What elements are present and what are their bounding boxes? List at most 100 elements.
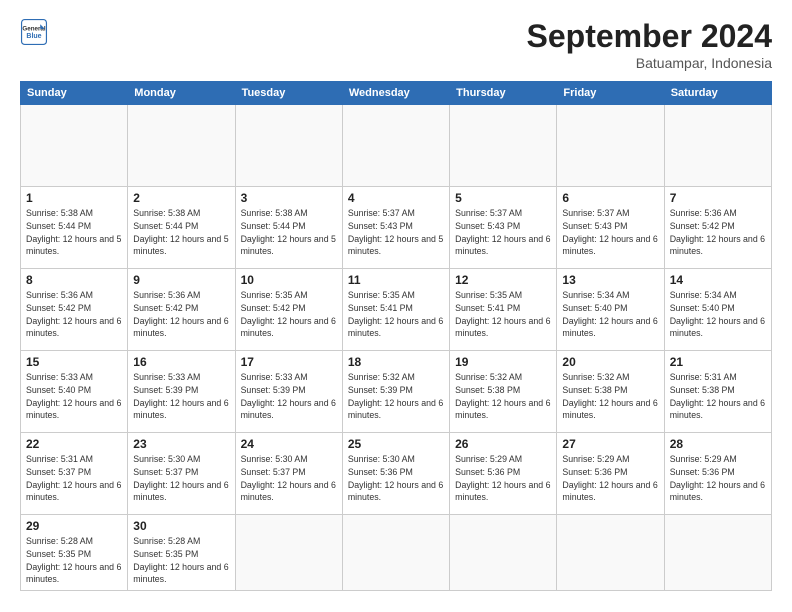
day-number: 13	[562, 273, 658, 287]
table-row: 2 Sunrise: 5:38 AMSunset: 5:44 PMDayligh…	[128, 187, 235, 269]
day-info: Sunrise: 5:28 AMSunset: 5:35 PMDaylight:…	[133, 536, 228, 584]
table-row: 8 Sunrise: 5:36 AMSunset: 5:42 PMDayligh…	[21, 269, 128, 351]
day-info: Sunrise: 5:38 AMSunset: 5:44 PMDaylight:…	[133, 208, 228, 256]
col-sunday: Sunday	[21, 82, 128, 105]
day-number: 9	[133, 273, 229, 287]
day-info: Sunrise: 5:33 AMSunset: 5:40 PMDaylight:…	[26, 372, 121, 420]
calendar-header-row: Sunday Monday Tuesday Wednesday Thursday…	[21, 82, 772, 105]
day-info: Sunrise: 5:30 AMSunset: 5:36 PMDaylight:…	[348, 454, 443, 502]
table-row: 4 Sunrise: 5:37 AMSunset: 5:43 PMDayligh…	[342, 187, 449, 269]
day-info: Sunrise: 5:31 AMSunset: 5:38 PMDaylight:…	[670, 372, 765, 420]
day-number: 27	[562, 437, 658, 451]
table-row: 1 Sunrise: 5:38 AMSunset: 5:44 PMDayligh…	[21, 187, 128, 269]
table-row: 10 Sunrise: 5:35 AMSunset: 5:42 PMDaylig…	[235, 269, 342, 351]
logo: General Blue	[20, 18, 48, 46]
day-info: Sunrise: 5:36 AMSunset: 5:42 PMDaylight:…	[670, 208, 765, 256]
day-number: 12	[455, 273, 551, 287]
day-number: 26	[455, 437, 551, 451]
table-row: 14 Sunrise: 5:34 AMSunset: 5:40 PMDaylig…	[664, 269, 771, 351]
day-number: 2	[133, 191, 229, 205]
svg-text:Blue: Blue	[26, 33, 41, 40]
day-number: 30	[133, 519, 229, 533]
day-info: Sunrise: 5:36 AMSunset: 5:42 PMDaylight:…	[133, 290, 228, 338]
day-info: Sunrise: 5:37 AMSunset: 5:43 PMDaylight:…	[348, 208, 443, 256]
table-row	[664, 515, 771, 591]
table-row: 13 Sunrise: 5:34 AMSunset: 5:40 PMDaylig…	[557, 269, 664, 351]
table-row: 20 Sunrise: 5:32 AMSunset: 5:38 PMDaylig…	[557, 351, 664, 433]
table-row	[450, 515, 557, 591]
table-row: 18 Sunrise: 5:32 AMSunset: 5:39 PMDaylig…	[342, 351, 449, 433]
day-info: Sunrise: 5:32 AMSunset: 5:38 PMDaylight:…	[562, 372, 657, 420]
day-info: Sunrise: 5:32 AMSunset: 5:39 PMDaylight:…	[348, 372, 443, 420]
day-info: Sunrise: 5:38 AMSunset: 5:44 PMDaylight:…	[241, 208, 336, 256]
location: Batuampar, Indonesia	[527, 55, 772, 71]
day-number: 18	[348, 355, 444, 369]
title-block: September 2024 Batuampar, Indonesia	[527, 18, 772, 71]
day-info: Sunrise: 5:35 AMSunset: 5:41 PMDaylight:…	[455, 290, 550, 338]
day-number: 23	[133, 437, 229, 451]
table-row	[235, 105, 342, 187]
day-info: Sunrise: 5:33 AMSunset: 5:39 PMDaylight:…	[133, 372, 228, 420]
day-number: 22	[26, 437, 122, 451]
day-number: 11	[348, 273, 444, 287]
month-title: September 2024	[527, 18, 772, 55]
table-row: 21 Sunrise: 5:31 AMSunset: 5:38 PMDaylig…	[664, 351, 771, 433]
day-number: 10	[241, 273, 337, 287]
day-number: 20	[562, 355, 658, 369]
day-number: 25	[348, 437, 444, 451]
day-number: 17	[241, 355, 337, 369]
table-row: 12 Sunrise: 5:35 AMSunset: 5:41 PMDaylig…	[450, 269, 557, 351]
day-info: Sunrise: 5:32 AMSunset: 5:38 PMDaylight:…	[455, 372, 550, 420]
table-row	[128, 105, 235, 187]
day-number: 1	[26, 191, 122, 205]
day-info: Sunrise: 5:35 AMSunset: 5:42 PMDaylight:…	[241, 290, 336, 338]
col-saturday: Saturday	[664, 82, 771, 105]
day-number: 3	[241, 191, 337, 205]
table-row: 30 Sunrise: 5:28 AMSunset: 5:35 PMDaylig…	[128, 515, 235, 591]
table-row	[235, 515, 342, 591]
table-row: 23 Sunrise: 5:30 AMSunset: 5:37 PMDaylig…	[128, 433, 235, 515]
col-thursday: Thursday	[450, 82, 557, 105]
table-row: 15 Sunrise: 5:33 AMSunset: 5:40 PMDaylig…	[21, 351, 128, 433]
table-row: 28 Sunrise: 5:29 AMSunset: 5:36 PMDaylig…	[664, 433, 771, 515]
table-row: 25 Sunrise: 5:30 AMSunset: 5:36 PMDaylig…	[342, 433, 449, 515]
col-tuesday: Tuesday	[235, 82, 342, 105]
day-number: 7	[670, 191, 766, 205]
table-row	[557, 105, 664, 187]
table-row: 17 Sunrise: 5:33 AMSunset: 5:39 PMDaylig…	[235, 351, 342, 433]
table-row: 7 Sunrise: 5:36 AMSunset: 5:42 PMDayligh…	[664, 187, 771, 269]
day-number: 16	[133, 355, 229, 369]
table-row: 6 Sunrise: 5:37 AMSunset: 5:43 PMDayligh…	[557, 187, 664, 269]
table-row: 29 Sunrise: 5:28 AMSunset: 5:35 PMDaylig…	[21, 515, 128, 591]
day-number: 4	[348, 191, 444, 205]
day-number: 15	[26, 355, 122, 369]
day-info: Sunrise: 5:34 AMSunset: 5:40 PMDaylight:…	[562, 290, 657, 338]
day-number: 14	[670, 273, 766, 287]
table-row	[342, 105, 449, 187]
logo-icon: General Blue	[20, 18, 48, 46]
table-row: 26 Sunrise: 5:29 AMSunset: 5:36 PMDaylig…	[450, 433, 557, 515]
day-number: 24	[241, 437, 337, 451]
day-info: Sunrise: 5:36 AMSunset: 5:42 PMDaylight:…	[26, 290, 121, 338]
day-info: Sunrise: 5:30 AMSunset: 5:37 PMDaylight:…	[241, 454, 336, 502]
day-number: 6	[562, 191, 658, 205]
table-row: 22 Sunrise: 5:31 AMSunset: 5:37 PMDaylig…	[21, 433, 128, 515]
day-info: Sunrise: 5:35 AMSunset: 5:41 PMDaylight:…	[348, 290, 443, 338]
day-number: 5	[455, 191, 551, 205]
table-row	[21, 105, 128, 187]
col-friday: Friday	[557, 82, 664, 105]
col-monday: Monday	[128, 82, 235, 105]
day-info: Sunrise: 5:30 AMSunset: 5:37 PMDaylight:…	[133, 454, 228, 502]
day-number: 8	[26, 273, 122, 287]
table-row	[450, 105, 557, 187]
day-info: Sunrise: 5:29 AMSunset: 5:36 PMDaylight:…	[455, 454, 550, 502]
day-info: Sunrise: 5:38 AMSunset: 5:44 PMDaylight:…	[26, 208, 121, 256]
day-info: Sunrise: 5:28 AMSunset: 5:35 PMDaylight:…	[26, 536, 121, 584]
day-number: 28	[670, 437, 766, 451]
day-number: 21	[670, 355, 766, 369]
day-info: Sunrise: 5:29 AMSunset: 5:36 PMDaylight:…	[670, 454, 765, 502]
table-row: 5 Sunrise: 5:37 AMSunset: 5:43 PMDayligh…	[450, 187, 557, 269]
day-info: Sunrise: 5:31 AMSunset: 5:37 PMDaylight:…	[26, 454, 121, 502]
table-row: 19 Sunrise: 5:32 AMSunset: 5:38 PMDaylig…	[450, 351, 557, 433]
col-wednesday: Wednesday	[342, 82, 449, 105]
